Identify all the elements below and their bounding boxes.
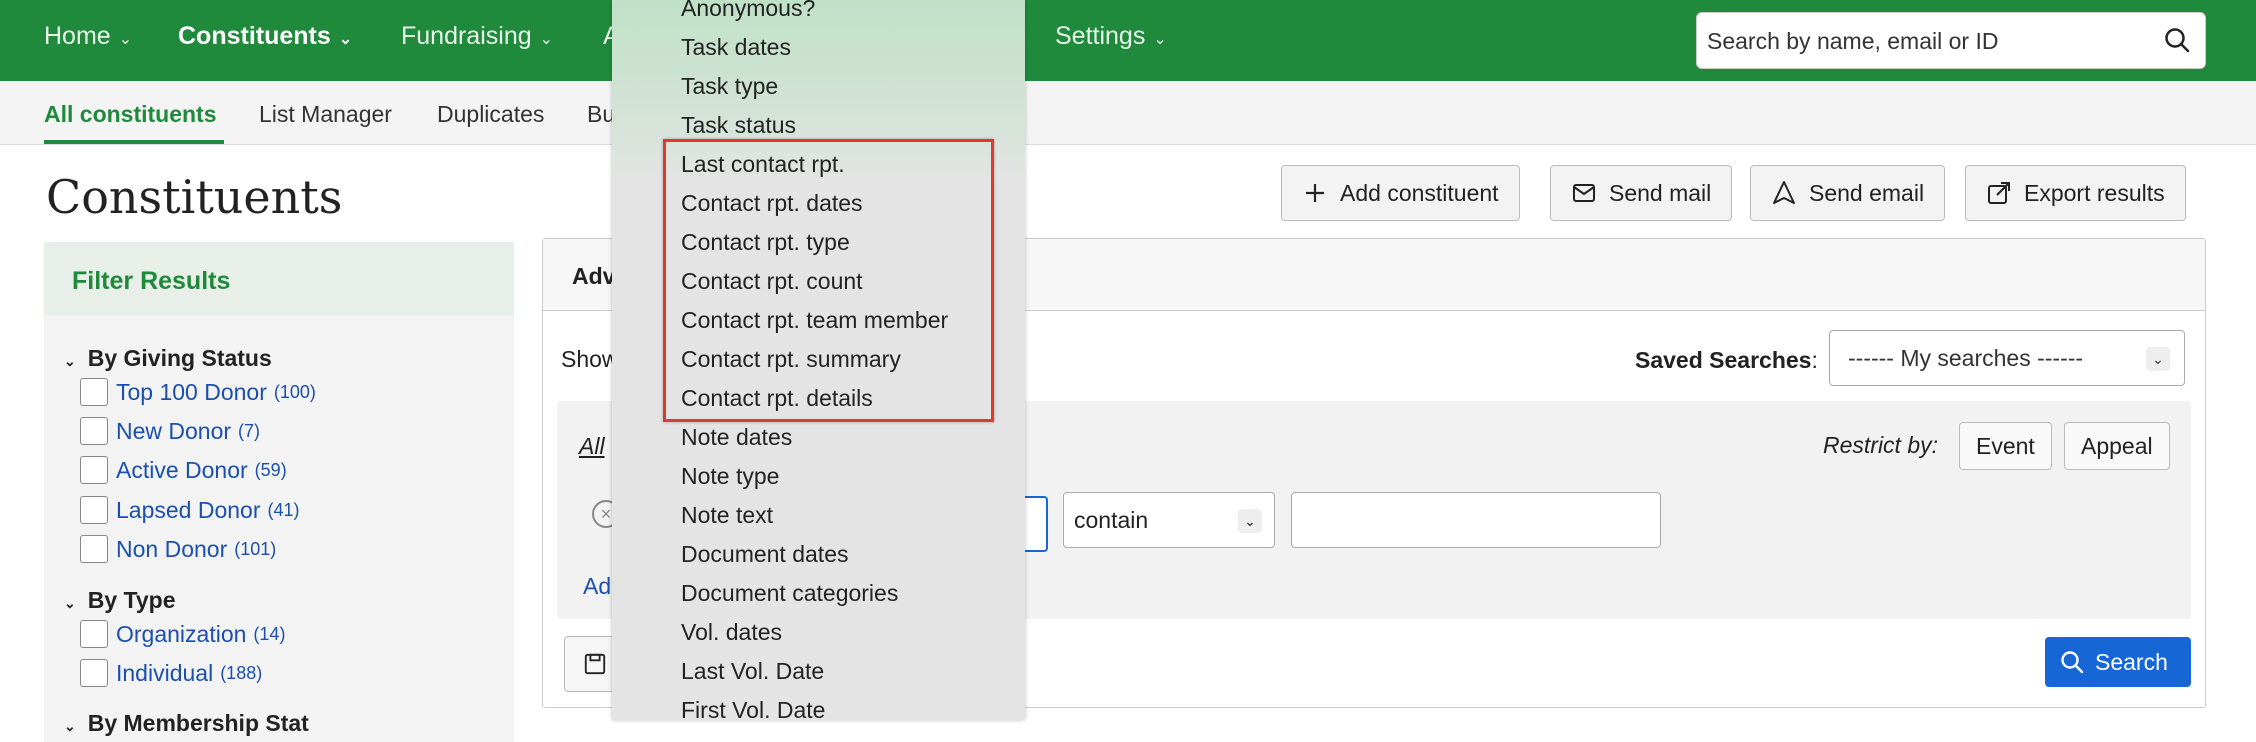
nav-settings[interactable]: Settings ⌄	[1055, 22, 1167, 51]
restrict-event-button[interactable]: Event	[1959, 422, 2052, 470]
saved-searches-label: Saved Searches:	[1635, 347, 1818, 373]
dropdown-item[interactable]: Note text	[681, 502, 773, 529]
filter-option[interactable]: Non Donor (101)	[80, 535, 276, 563]
checkbox[interactable]	[80, 456, 108, 484]
global-search	[1696, 12, 2206, 69]
plus-icon	[1306, 184, 1324, 202]
add-link-truncated[interactable]: Ad	[583, 573, 611, 600]
dropdown-item[interactable]: Document dates	[681, 541, 848, 568]
dropdown-item[interactable]: Note type	[681, 463, 779, 490]
saved-searches-select[interactable]: ------ My searches ------ ⌄	[1829, 330, 2185, 386]
dropdown-item[interactable]: Task type	[681, 73, 778, 100]
search-icon[interactable]	[2163, 26, 2191, 54]
group-giving-status[interactable]: ⌄ By Giving Status	[64, 345, 272, 372]
criteria-value-input[interactable]	[1291, 492, 1661, 548]
chevron-down-icon: ⌄	[64, 353, 76, 369]
checkbox[interactable]	[80, 496, 108, 524]
active-tab-indicator	[44, 140, 224, 144]
send-mail-button[interactable]: Send mail	[1550, 165, 1733, 221]
export-icon	[1988, 182, 2010, 204]
nav-fundraising[interactable]: Fundraising ⌄	[401, 22, 553, 51]
checkbox[interactable]	[80, 535, 108, 563]
send-icon	[1773, 181, 1795, 204]
panel-title-truncated: Adv	[572, 263, 616, 289]
checkbox[interactable]	[80, 378, 108, 406]
filter-results-heading: Filter Results	[44, 242, 514, 315]
dropdown-item[interactable]: Vol. dates	[681, 619, 782, 646]
all-link-truncated[interactable]: All	[579, 433, 605, 460]
tab-truncated[interactable]: Bu	[587, 101, 615, 128]
search-button[interactable]: Search	[2045, 637, 2191, 687]
chevron-down-icon: ⌄	[338, 30, 353, 48]
checkbox[interactable]	[80, 620, 108, 648]
checkbox[interactable]	[80, 417, 108, 445]
restrict-by-label: Restrict by:	[1823, 432, 1939, 458]
restrict-appeal-button[interactable]: Appeal	[2064, 422, 2170, 470]
save-icon	[584, 653, 606, 675]
dropdown-item[interactable]: Task status	[681, 112, 796, 139]
filter-option[interactable]: Top 100 Donor (100)	[80, 378, 316, 406]
group-type[interactable]: ⌄ By Type	[64, 587, 176, 614]
operator-select[interactable]: contain ⌄	[1063, 492, 1275, 548]
chevron-down-icon: ⌄	[64, 595, 76, 611]
highlight-box	[663, 139, 994, 422]
chevron-down-icon: ⌄	[1238, 509, 1262, 533]
tab-all-constituents[interactable]: All constituents	[44, 101, 217, 128]
tab-list-manager[interactable]: List Manager	[259, 101, 392, 128]
dropdown-item[interactable]: Note dates	[681, 424, 792, 451]
tab-duplicates[interactable]: Duplicates	[437, 101, 544, 128]
filter-option[interactable]: Organization (14)	[80, 620, 285, 648]
group-membership[interactable]: ⌄ By Membership Stat	[64, 710, 309, 737]
chevron-down-icon: ⌄	[1153, 30, 1167, 48]
top-nav: Home ⌄ Constituents ⌄ Fundraising ⌄ A Se…	[0, 0, 2256, 81]
chevron-down-icon: ⌄	[64, 718, 76, 734]
search-input[interactable]	[1707, 25, 2147, 57]
filter-option[interactable]: Active Donor (59)	[80, 456, 287, 484]
send-email-button[interactable]: Send email	[1750, 165, 1946, 221]
chevron-down-icon: ⌄	[118, 30, 133, 48]
export-results-button[interactable]: Export results	[1965, 165, 2186, 221]
chevron-down-icon: ⌄	[2146, 347, 2170, 371]
add-constituent-button[interactable]: Add constituent	[1281, 165, 1520, 221]
filter-option[interactable]: Individual (188)	[80, 659, 262, 687]
dropdown-item[interactable]: Document categories	[681, 580, 898, 607]
page-title: Constituents	[46, 170, 343, 224]
show-label-truncated: Show	[561, 346, 619, 372]
checkbox[interactable]	[80, 659, 108, 687]
nav-constituents[interactable]: Constituents ⌄	[178, 22, 352, 51]
nav-home[interactable]: Home ⌄	[44, 22, 132, 51]
dropdown-item[interactable]: Task dates	[681, 34, 791, 61]
sub-nav: All constituents List Manager Duplicates…	[0, 81, 2256, 145]
dropdown-item[interactable]: Anonymous?	[681, 0, 815, 22]
filter-option[interactable]: New Donor (7)	[80, 417, 260, 445]
mail-icon	[1573, 184, 1595, 202]
search-icon	[2061, 651, 2084, 674]
filter-option[interactable]: Lapsed Donor (41)	[80, 496, 300, 524]
dropdown-item[interactable]: Last Vol. Date	[681, 658, 824, 685]
chevron-down-icon: ⌄	[539, 30, 554, 48]
